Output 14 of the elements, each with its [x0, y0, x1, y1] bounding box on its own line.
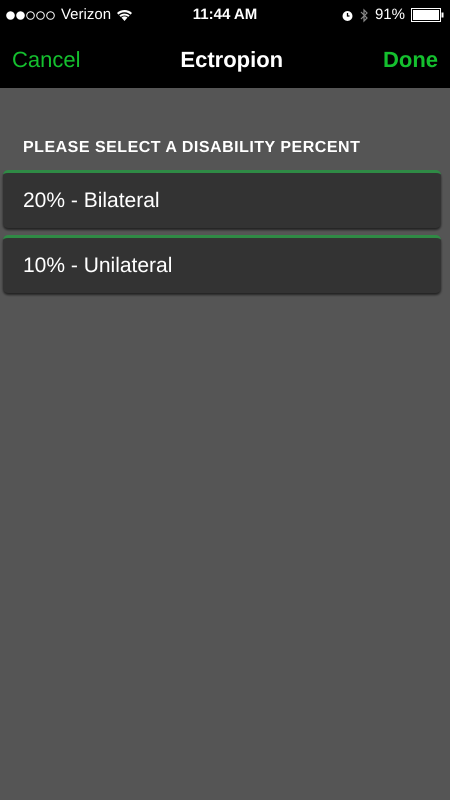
status-time: 11:44 AM: [192, 4, 258, 25]
section-header: PLEASE SELECT A DISABILITY PERCENT: [22, 138, 362, 158]
screen-title: Ectropion: [180, 46, 284, 74]
battery-percent: 91%: [374, 4, 405, 25]
wifi-icon: [116, 9, 134, 21]
alarm-clock-icon: [340, 8, 354, 22]
signal-icon: [6, 10, 56, 20]
cancel-button[interactable]: Cancel: [12, 42, 80, 76]
done-button[interactable]: Done: [383, 42, 438, 76]
option-row[interactable]: 10% - Unilateral: [3, 235, 441, 293]
bluetooth-icon: [360, 8, 369, 22]
carrier-name: Verizon: [61, 4, 112, 25]
option-row[interactable]: 20% - Bilateral: [3, 170, 441, 228]
battery-icon: [410, 8, 444, 22]
